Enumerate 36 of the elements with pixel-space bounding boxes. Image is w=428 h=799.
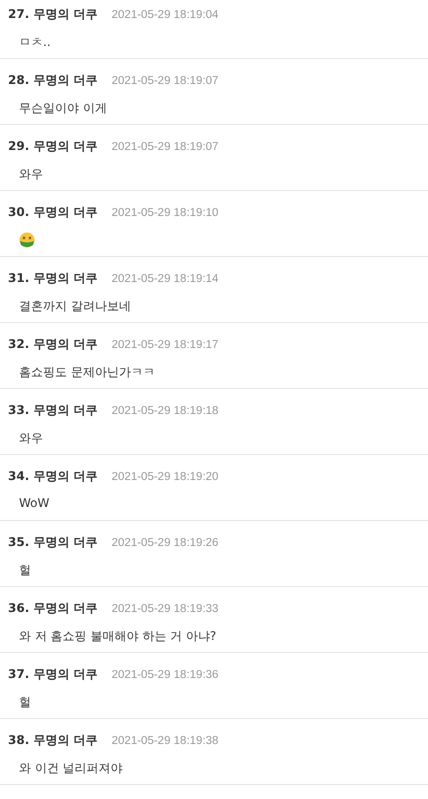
comment-time: 2021-05-29 18:19:33 bbox=[112, 602, 218, 614]
comment-author: 37. 무명의 더쿠 bbox=[8, 666, 98, 683]
comment-text: 와우 bbox=[18, 166, 44, 183]
comment-text: 와 저 홈쇼핑 불매해야 하는 거 아냐? bbox=[18, 628, 218, 645]
comment-text: 무슨일이야 이게 bbox=[18, 100, 108, 117]
comment-time: 2021-05-29 18:19:17 bbox=[112, 338, 218, 350]
comment-author: 29. 무명의 더쿠 bbox=[8, 138, 98, 155]
comment-author: 27. 무명의 더쿠 bbox=[8, 6, 98, 23]
comment-time: 2021-05-29 18:19:07 bbox=[112, 140, 218, 152]
sick-face-icon bbox=[19, 232, 35, 248]
comment-text: WoW bbox=[18, 496, 50, 510]
comment-author: 28. 무명의 더쿠 bbox=[8, 72, 98, 89]
comment-time: 2021-05-29 18:19:38 bbox=[112, 734, 218, 746]
comment-time: 2021-05-29 18:19:36 bbox=[112, 668, 218, 680]
comment-author: 34. 무명의 더쿠 bbox=[8, 468, 98, 485]
comment-time: 2021-05-29 18:19:07 bbox=[112, 74, 218, 86]
comment-time: 2021-05-29 18:19:20 bbox=[112, 470, 218, 482]
comment-text: 홈쇼핑도 문제아닌가ㅋㅋ bbox=[18, 364, 156, 381]
comment-text: 결혼까지 갈려나보네 bbox=[18, 298, 132, 315]
comment-author: 35. 무명의 더쿠 bbox=[8, 534, 98, 551]
comment-time: 2021-05-29 18:19:26 bbox=[112, 536, 218, 548]
comment-author: 31. 무명의 더쿠 bbox=[8, 270, 98, 287]
comment-author: 32. 무명의 더쿠 bbox=[8, 336, 98, 353]
comment-time: 2021-05-29 18:19:10 bbox=[112, 206, 218, 218]
comment-time: 2021-05-29 18:19:04 bbox=[112, 8, 218, 20]
comment-text: ㅁㅊ.. bbox=[18, 34, 52, 51]
comment-text: 와 이건 널리퍼져야 bbox=[18, 760, 124, 777]
comment-time: 2021-05-29 18:19:18 bbox=[112, 404, 218, 416]
comment-text: 헐 bbox=[18, 562, 32, 579]
comment-text: 헐 bbox=[18, 694, 32, 711]
comment-time: 2021-05-29 18:19:14 bbox=[112, 272, 218, 284]
comment-text: 와우 bbox=[18, 430, 44, 447]
comment-author: 38. 무명의 더쿠 bbox=[8, 732, 98, 749]
comment-author: 30. 무명의 더쿠 bbox=[8, 204, 98, 221]
comment-author: 36. 무명의 더쿠 bbox=[8, 600, 98, 617]
comment-author: 33. 무명의 더쿠 bbox=[8, 402, 98, 419]
